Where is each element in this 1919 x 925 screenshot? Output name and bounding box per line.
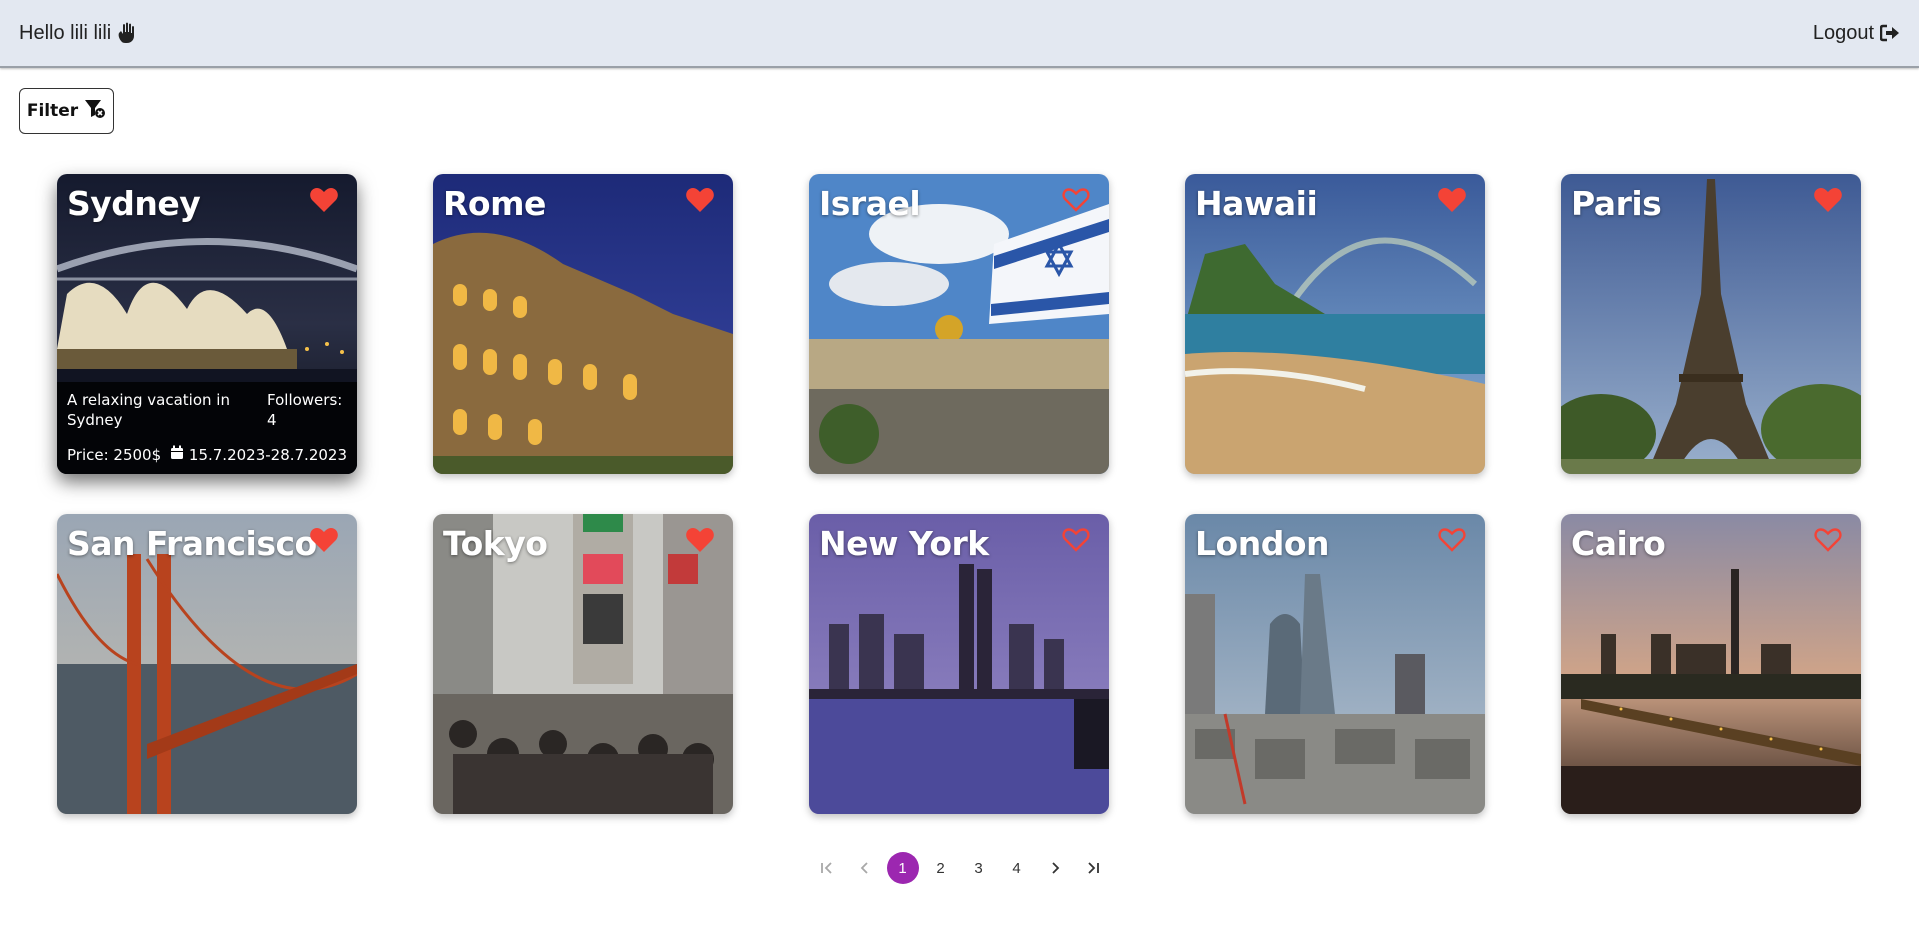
vacation-title: London	[1195, 524, 1329, 563]
filter-label: Filter	[26, 101, 79, 121]
heart-outline-icon[interactable]	[1813, 526, 1843, 554]
vacation-card-paris[interactable]: Paris	[1561, 174, 1861, 474]
pagination: 1 2 3 4	[0, 852, 1919, 884]
vacation-card-cairo[interactable]: Cairo	[1561, 514, 1861, 814]
filter-button[interactable]: Filter	[19, 88, 114, 134]
last-page-icon	[1087, 862, 1099, 874]
heart-filled-icon[interactable]	[1813, 186, 1843, 214]
first-page-icon	[820, 862, 832, 874]
heart-outline-icon[interactable]	[1061, 186, 1091, 214]
vacation-card-london[interactable]: London	[1185, 514, 1485, 814]
chevron-right-icon	[1051, 862, 1059, 874]
logout-icon	[1880, 24, 1900, 42]
vacation-description: A relaxing vacation in Sydney	[67, 391, 230, 429]
vacation-title: New York	[819, 524, 989, 563]
vacation-title: Rome	[443, 184, 546, 223]
page-button-3[interactable]: 3	[963, 852, 995, 884]
previous-page-button[interactable]	[849, 852, 881, 884]
waving-hand-icon	[117, 22, 137, 44]
followers-label: Followers:	[267, 391, 343, 409]
page-button-4[interactable]: 4	[1001, 852, 1033, 884]
vacation-title: Israel	[819, 184, 921, 223]
heart-filled-icon[interactable]	[309, 186, 339, 214]
greeting-text: Hello lili lili	[19, 21, 112, 44]
vacation-price: Price: 2500$	[67, 446, 162, 464]
heart-filled-icon[interactable]	[1437, 186, 1467, 214]
vacation-title: Tokyo	[443, 524, 548, 563]
vacation-card-san-francisco[interactable]: San Francisco	[57, 514, 357, 814]
chevron-left-icon	[860, 862, 868, 874]
heart-outline-icon[interactable]	[1437, 526, 1467, 554]
vacation-card-sydney[interactable]: Sydney A relaxing vacation in Sydney Fol…	[57, 174, 357, 474]
vacation-card-rome[interactable]: Rome	[433, 174, 733, 474]
greeting: Hello lili lili	[19, 22, 137, 45]
vacation-title: Sydney	[67, 184, 201, 223]
vacation-card-israel[interactable]: Israel	[809, 174, 1109, 474]
vacation-dates-text: 15.7.2023-28.7.2023	[188, 445, 347, 464]
heart-filled-icon[interactable]	[685, 526, 715, 554]
page-button-1[interactable]: 1	[886, 852, 919, 884]
heart-outline-icon[interactable]	[1061, 526, 1091, 554]
logout-label: Logout	[1812, 21, 1874, 44]
vacation-title: San Francisco	[67, 524, 317, 563]
followers-info: Followers: 4	[267, 390, 352, 430]
heart-filled-icon[interactable]	[309, 526, 339, 554]
calendar-icon	[170, 445, 184, 464]
followers-count: 4	[267, 411, 277, 429]
next-page-button[interactable]	[1039, 852, 1071, 884]
vacation-card-tokyo[interactable]: Tokyo	[433, 514, 733, 814]
page-button-2[interactable]: 2	[925, 852, 957, 884]
logout-button[interactable]: Logout	[1813, 22, 1900, 45]
vacation-card-new-york[interactable]: New York	[809, 514, 1109, 814]
vacation-dates: 15.7.2023-28.7.2023	[170, 445, 347, 464]
last-page-button[interactable]	[1077, 852, 1109, 884]
vacation-grid: Sydney A relaxing vacation in Sydney Fol…	[57, 174, 1862, 814]
vacation-title: Cairo	[1571, 524, 1666, 563]
top-bar: Hello lili lili Logout	[0, 0, 1919, 68]
vacation-title: Paris	[1571, 184, 1662, 223]
vacation-details: A relaxing vacation in Sydney Followers:…	[57, 382, 357, 474]
vacation-card-hawaii[interactable]: Hawaii	[1185, 174, 1485, 474]
vacation-title: Hawaii	[1195, 184, 1318, 223]
heart-filled-icon[interactable]	[685, 186, 715, 214]
filter-icon	[84, 99, 106, 124]
first-page-button[interactable]	[811, 852, 843, 884]
